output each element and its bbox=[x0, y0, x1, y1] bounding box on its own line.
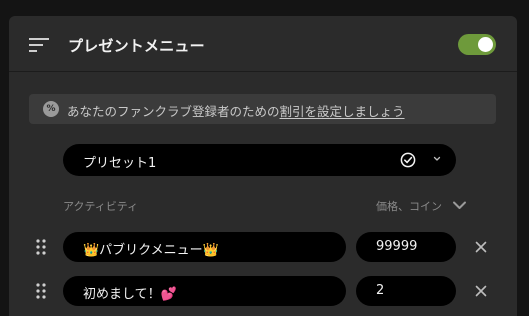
set-discount-link[interactable]: 割引を設定しましょう bbox=[280, 104, 405, 119]
price-column-header: 価格、コイン bbox=[376, 200, 442, 213]
menu-row: 初めまして！💕 2 bbox=[9, 276, 517, 306]
price-input[interactable]: 99999 bbox=[356, 232, 456, 262]
menu-row: 👑パブリクメニュー👑 99999 bbox=[9, 232, 517, 262]
enable-toggle[interactable] bbox=[458, 34, 496, 55]
check-circle-icon bbox=[400, 152, 416, 168]
activity-input[interactable]: 👑パブリクメニュー👑 bbox=[63, 232, 346, 262]
banner-text: あなたのファンクラブ登録者のための割引を設定しましょう bbox=[67, 101, 405, 120]
price-input[interactable]: 2 bbox=[356, 276, 456, 306]
drag-handle-icon[interactable] bbox=[36, 283, 46, 299]
present-menu-panel: プレゼントメニュー % あなたのファンクラブ登録者のための割引を設定しましょう … bbox=[9, 16, 517, 316]
sort-lines-icon[interactable] bbox=[29, 37, 49, 53]
chevron-down-icon[interactable] bbox=[433, 156, 441, 162]
close-icon[interactable] bbox=[475, 285, 487, 297]
banner-message: あなたのファンクラブ登録者のための bbox=[67, 104, 280, 119]
percent-icon: % bbox=[43, 101, 59, 117]
preset-select[interactable]: プリセット1 bbox=[63, 144, 456, 176]
close-icon[interactable] bbox=[475, 241, 487, 253]
preset-label: プリセット1 bbox=[83, 156, 157, 171]
activity-input[interactable]: 初めまして！💕 bbox=[63, 276, 346, 306]
activity-column-header: アクティビティ bbox=[63, 200, 139, 213]
page-title: プレゼントメニュー bbox=[68, 37, 205, 55]
drag-handle-icon[interactable] bbox=[36, 239, 46, 255]
toggle-knob bbox=[478, 37, 493, 52]
discount-banner: % あなたのファンクラブ登録者のための割引を設定しましょう bbox=[29, 94, 496, 124]
panel-header: プレゼントメニュー bbox=[9, 16, 517, 72]
chevron-down-icon[interactable] bbox=[452, 200, 467, 210]
